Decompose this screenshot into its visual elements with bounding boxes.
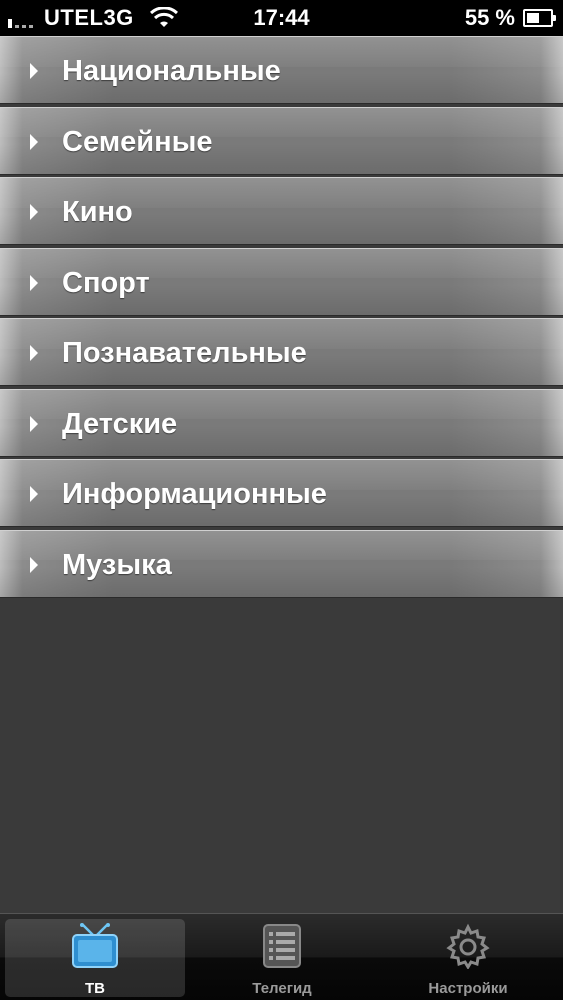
category-label: Информационные [62,478,327,510]
tab-label: Настройки [428,980,508,997]
battery-fill [527,13,540,23]
category-item-nationalnye[interactable]: Национальные [0,36,563,104]
category-item-semeynye[interactable]: Семейные [0,106,563,175]
disclosure-triangle-icon [30,556,38,573]
gear-icon [446,923,490,969]
disclosure-triangle-icon [30,63,38,79]
tv-icon [72,923,118,968]
tab-label: Телегид [252,980,312,997]
list-icon [263,924,301,968]
category-label: Национальные [62,55,281,87]
category-item-informatsionnye[interactable]: Информационные [0,459,563,527]
tab-label: ТВ [85,980,105,997]
battery-percent: 55 % [464,5,515,30]
category-label: Спорт [62,266,150,299]
category-label: Познавательные [62,337,307,369]
category-label: Кино [62,196,133,228]
battery-icon [523,9,556,27]
category-item-muzyka[interactable]: Музыка [0,529,563,598]
disclosure-triangle-icon [30,486,38,502]
category-item-poznavatelnye[interactable]: Познавательные [0,318,563,386]
category-label: Семейные [62,125,213,158]
category-label: Детские [62,407,178,440]
category-item-kino[interactable]: Кино [0,177,563,245]
tab-nastroyki[interactable]: Настройки [378,919,558,997]
status-bar: UTEL3G 17:44 55 % [0,0,563,36]
disclosure-triangle-icon [30,204,38,220]
category-list: Национальные Семейные Кино Спорт Познава… [0,36,563,600]
tab-bar: ТВ Телегид Настройки [0,913,563,1000]
disclosure-triangle-icon [30,133,38,150]
category-item-sport[interactable]: Спорт [0,247,563,316]
category-label: Музыка [62,548,172,581]
screen: UTEL3G 17:44 55 % Национальные Семейные [0,0,563,1000]
tab-telegid[interactable]: Телегид [192,919,372,997]
status-right: 55 % [464,5,556,31]
disclosure-triangle-icon [30,345,38,361]
category-item-detskie[interactable]: Детские [0,388,563,457]
tab-tv[interactable]: ТВ [5,919,185,997]
disclosure-triangle-icon [30,415,38,432]
disclosure-triangle-icon [30,274,38,291]
